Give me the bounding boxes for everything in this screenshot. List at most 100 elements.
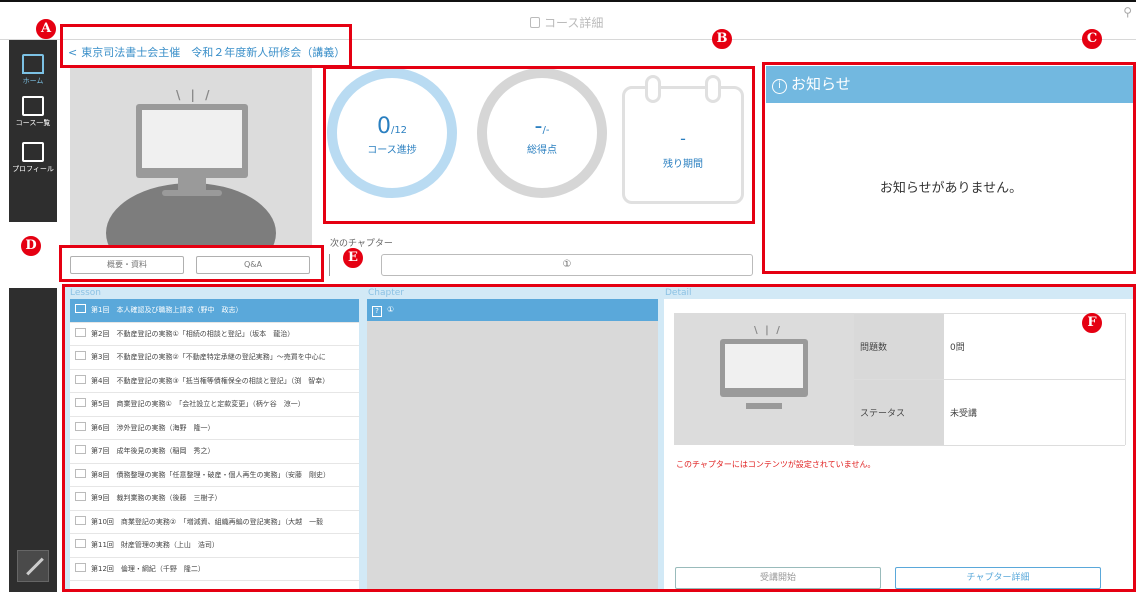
lesson-row[interactable]: 第5回 商業登記の実務① 「会社設立と定款変更」（柄ケ谷 涼一） (70, 393, 359, 417)
book-icon (75, 351, 86, 360)
monitor-icon (720, 339, 808, 397)
lesson-title: 第1回 本人確認及び職務上請求（野中 政志） (91, 306, 243, 314)
book-icon (75, 562, 86, 572)
books-icon (22, 96, 44, 116)
lesson-title: 第11回 財産管理の実務（上山 浩司） (91, 541, 219, 549)
lesson-title: 第7回 成年後見の実務（稲岡 秀之） (91, 447, 215, 455)
info-icon: i (772, 79, 787, 94)
book-icon (75, 515, 86, 525)
chapter-row[interactable]: ? ① (367, 299, 658, 321)
book-icon (75, 539, 86, 548)
breadcrumb-text: 東京司法書士会主催 令和２年度新人研修会（講義） (81, 46, 346, 59)
no-content-warning: このチャプターにはコンテンツが設定されていません。 (676, 460, 876, 469)
chevron-left-icon: < (68, 46, 78, 59)
progress-total: /12 (390, 125, 408, 136)
search-icon[interactable]: ⚲ (1123, 5, 1132, 19)
chapter-column-header: Chapter (368, 288, 404, 298)
progress-value: 0 (376, 114, 391, 139)
divider (329, 254, 330, 276)
chapter-thumbnail: \ | / (674, 313, 854, 445)
title-bar: コース詳細 ⚲ (0, 0, 1136, 40)
annotation-label-c: C (1082, 29, 1102, 49)
course-progress-stat: 0/12 コース進捗 (327, 68, 457, 198)
book-icon (75, 374, 86, 384)
chapter-list: ? ① (367, 299, 658, 592)
book-icon (75, 304, 86, 313)
start-course-button[interactable]: 受講開始 (675, 567, 881, 589)
sidebar-item-home[interactable]: ホーム (9, 54, 57, 86)
lesson-row[interactable]: 第2回 不動産登記の実務①「相続の相談と登記」（坂本 龍治） (70, 323, 359, 346)
lesson-title: 第5回 商業登記の実務① 「会社設立と定款変更」（柄ケ谷 涼一） (91, 400, 305, 408)
sidebar: ホーム コース一覧 プロフィール (9, 40, 57, 592)
breadcrumb-back-link[interactable]: < 東京司法書士会主催 令和２年度新人研修会（講義） (68, 44, 345, 60)
lesson-row[interactable]: 第3回 不動産登記の実務②「不動産特定承継の登記実務」～売買を中心に (70, 346, 359, 370)
app-window: コース詳細 ⚲ ホーム コース一覧 プロフィール < 東京司法書士会主催 令和２年… (0, 0, 1136, 592)
notice-title: お知らせ (791, 75, 851, 93)
book-icon (75, 468, 86, 478)
detail-row-status: ステータス 未受講 (854, 380, 1125, 446)
home-icon (22, 54, 44, 74)
lesson-title: 第9回 裁判業務の実務（後藤 三樹子） (91, 494, 222, 502)
lesson-title: 第10回 商業登記の実務② 「増減資、組織再編の登記実務」（大越 一毅 (91, 517, 324, 526)
chapter-label: ① (387, 305, 395, 314)
thumbnail-rays: \ | / (176, 88, 213, 102)
progress-label: コース進捗 (367, 145, 417, 156)
chapter-detail-button[interactable]: チャプター詳細 (895, 567, 1101, 589)
lesson-title: 第6回 渉外登記の実務（海野 隆一） (91, 423, 215, 432)
next-chapter-label: 次のチャプター (330, 239, 393, 249)
notice-header: i お知らせ (766, 66, 1136, 103)
window-title-text: コース詳細 (544, 16, 604, 30)
lesson-title: 第8回 債務整理の実務「任意整理・破産・個人再生の実務」（安藤 剛史） (91, 470, 330, 479)
lesson-title: 第4回 不動産登記の実務③「抵当権等債権保全の相談と登記」（渕 智幸） (91, 376, 330, 385)
book-icon (75, 327, 86, 337)
detail-key: 問題数 (854, 314, 944, 379)
sidebar-item-label: ホーム (22, 77, 44, 85)
lesson-row[interactable]: 第7回 成年後見の実務（稲岡 秀之） (70, 440, 359, 464)
lesson-row[interactable]: 第9回 裁判業務の実務（後藤 三樹子） (70, 487, 359, 511)
total-score-stat: -/- 総得点 (477, 68, 607, 198)
lesson-row[interactable]: 第4回 不動産登記の実務③「抵当権等債権保全の相談と登記」（渕 智幸） (70, 370, 359, 393)
tab-overview-materials[interactable]: 概要・資料 (70, 256, 184, 274)
tab-qa[interactable]: Q&A (196, 256, 310, 274)
sidebar-item-course-list[interactable]: コース一覧 (9, 96, 57, 128)
lesson-row[interactable]: 第8回 債務整理の実務「任意整理・破産・個人再生の実務」（安藤 剛史） (70, 464, 359, 487)
lesson-title: 第2回 不動産登記の実務①「相続の相談と登記」（坂本 龍治） (91, 329, 295, 338)
notice-panel: i お知らせ お知らせがありません。 (766, 66, 1136, 272)
window-title: コース詳細 (530, 14, 603, 31)
pencil-icon[interactable] (17, 550, 49, 582)
course-thumbnail: \ | / (70, 68, 312, 246)
book-icon (75, 398, 86, 407)
score-total: /- (542, 125, 550, 136)
monitor-icon (136, 104, 248, 178)
detail-column-header: Detail (665, 288, 692, 298)
lesson-column-header: Lesson (70, 288, 101, 298)
lesson-row[interactable]: 第10回 商業登記の実務② 「増減資、組織再編の登記実務」（大越 一毅 (70, 511, 359, 534)
lesson-row[interactable]: 第12回 倫理・綱紀（千野 隆二） (70, 558, 359, 581)
book-icon (75, 421, 86, 431)
book-icon (75, 445, 86, 454)
annotation-label-d: D (21, 236, 41, 256)
detail-value: 未受講 (950, 409, 978, 419)
lesson-row[interactable]: 第6回 渉外登記の実務（海野 隆一） (70, 417, 359, 440)
sidebar-item-label: プロフィール (12, 165, 54, 173)
next-chapter-button[interactable]: ① (381, 254, 753, 276)
course-icon (530, 17, 540, 28)
score-label: 総得点 (527, 145, 557, 156)
lesson-title: 第12回 倫理・綱紀（千野 隆二） (91, 564, 205, 573)
lesson-title: 第3回 不動産登記の実務②「不動産特定承継の登記実務」～売買を中心に (91, 353, 326, 361)
detail-table: 問題数 0問 ステータス 未受講 (854, 313, 1126, 446)
detail-key: ステータス (854, 380, 944, 445)
lesson-list: 第1回 本人確認及び職務上請求（野中 政志） 第2回 不動産登記の実務①「相続の相… (70, 299, 359, 592)
lesson-row[interactable]: 第1回 本人確認及び職務上請求（野中 政志） (70, 299, 359, 323)
sidebar-item-label: コース一覧 (15, 119, 51, 127)
calendar-icon: - 残り期間 (622, 75, 744, 204)
annotation-label-a: A (36, 19, 56, 39)
remaining-label: 残り期間 (663, 159, 703, 170)
question-icon: ? (372, 306, 382, 317)
profile-icon (22, 142, 44, 162)
annotation-label-e: E (343, 248, 363, 268)
annotation-label-f: F (1082, 313, 1102, 333)
sidebar-item-profile[interactable]: プロフィール (9, 142, 57, 174)
notice-empty-text: お知らせがありません。 (879, 181, 1023, 196)
lesson-row[interactable]: 第11回 財産管理の実務（上山 浩司） (70, 534, 359, 558)
